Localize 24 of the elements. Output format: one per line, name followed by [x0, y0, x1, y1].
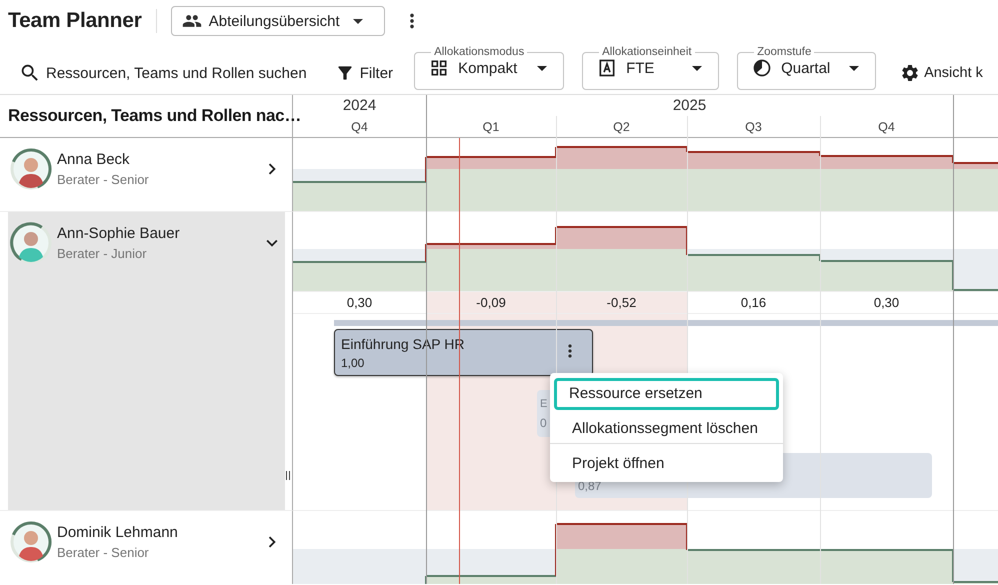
resource-name: Anna Beck — [57, 151, 131, 168]
list-header: Ressourcen, Teams und Rollen nac… — [8, 106, 302, 126]
resource-role: Berater - Junior — [57, 246, 148, 261]
allocation-value: 0 — [540, 416, 547, 430]
balance-cell: -0,52 — [556, 292, 687, 313]
allocation-value: 0,87 — [578, 479, 602, 493]
resource-name: Ann-Sophie Bauer — [57, 225, 181, 242]
quarter-label: Q4 — [350, 120, 369, 134]
resource-name: Dominik Lehmann — [57, 524, 179, 541]
allocation-value: 1,00 — [341, 356, 364, 370]
quarter-label: Q1 — [482, 120, 500, 134]
quarter-label: Q4 — [877, 120, 896, 134]
balance-cell-text: 0,16 — [740, 294, 768, 312]
quarter-label: Q3 — [744, 120, 763, 134]
balance-cell-text: 0,30 — [346, 294, 374, 312]
quarter-label: Q2 — [612, 120, 631, 134]
allocation-title: E — [540, 397, 548, 412]
resource-role: Berater - Senior — [57, 172, 150, 187]
year-label: 2025 — [672, 97, 708, 114]
year-label: 2024 — [342, 97, 378, 114]
app-title: Team Planner — [8, 9, 142, 33]
balance-cell: -0,09 — [426, 292, 556, 313]
balance-cell-text: 0,30 — [872, 294, 900, 312]
resource-role: Berater - Senior — [57, 545, 150, 560]
